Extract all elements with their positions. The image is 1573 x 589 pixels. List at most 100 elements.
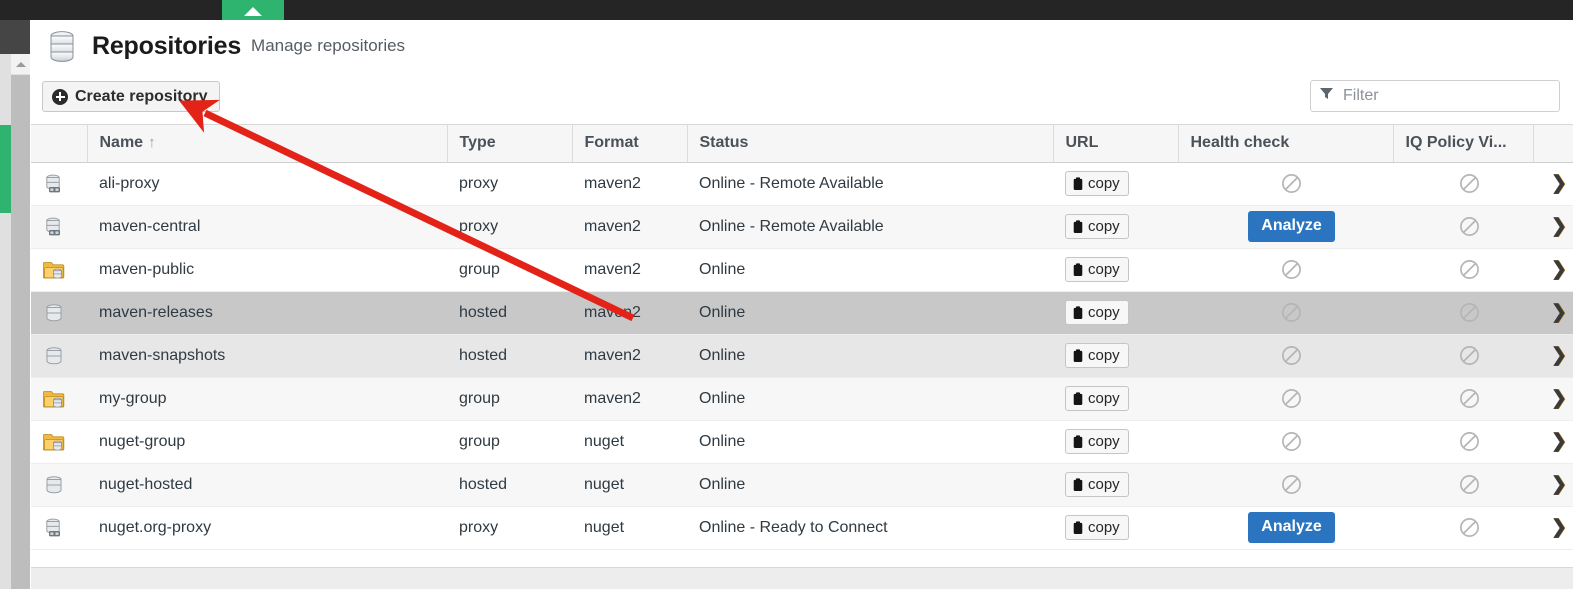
cell-repository-status: Online - Remote Available bbox=[687, 205, 1053, 248]
chevron-right-icon[interactable]: ❯ bbox=[1551, 516, 1567, 539]
table-row[interactable]: maven-releaseshostedmaven2Onlinecopy❯ bbox=[31, 291, 1573, 334]
funnel-icon bbox=[1319, 86, 1334, 106]
cell-iq-policy-violations bbox=[1393, 248, 1533, 291]
copy-url-button[interactable]: copy bbox=[1065, 171, 1129, 196]
cell-repository-status: Online bbox=[687, 463, 1053, 506]
table-row[interactable]: ali-proxyproxymaven2Online - Remote Avai… bbox=[31, 162, 1573, 205]
column-header-format[interactable]: Format bbox=[572, 125, 687, 162]
analyze-button[interactable]: Analyze bbox=[1248, 211, 1334, 242]
copy-url-button[interactable]: copy bbox=[1065, 257, 1129, 282]
no-entry-icon bbox=[1459, 474, 1480, 495]
column-header-health-check[interactable]: Health check bbox=[1178, 125, 1393, 162]
chevron-right-icon[interactable]: ❯ bbox=[1551, 387, 1567, 410]
cell-repository-url: copy bbox=[1053, 205, 1178, 248]
chevron-right-icon[interactable]: ❯ bbox=[1551, 301, 1567, 324]
copy-url-button[interactable]: copy bbox=[1065, 386, 1129, 411]
cell-repository-url: copy bbox=[1053, 420, 1178, 463]
copy-label: copy bbox=[1088, 433, 1120, 450]
copy-url-button[interactable]: copy bbox=[1065, 472, 1129, 497]
column-header-name[interactable]: Name↑ bbox=[87, 125, 447, 162]
analyze-button[interactable]: Analyze bbox=[1248, 512, 1334, 543]
copy-url-button[interactable]: copy bbox=[1065, 343, 1129, 368]
copy-label: copy bbox=[1088, 519, 1120, 536]
clipboard-icon bbox=[1072, 478, 1084, 492]
cell-iq-policy-violations bbox=[1393, 420, 1533, 463]
scrollbar-up-button[interactable] bbox=[11, 54, 30, 74]
page-scrollbar-thumb[interactable] bbox=[11, 75, 30, 589]
column-header-iq-policy-violations[interactable]: IQ Policy Vi... bbox=[1393, 125, 1533, 162]
clipboard-icon bbox=[1072, 392, 1084, 406]
cell-health-check bbox=[1178, 334, 1393, 377]
copy-label: copy bbox=[1088, 304, 1120, 321]
repository-type-icon-cell bbox=[31, 420, 87, 463]
proxy-repo-icon bbox=[43, 216, 65, 238]
table-row[interactable]: maven-publicgroupmaven2Onlinecopy❯ bbox=[31, 248, 1573, 291]
cell-repository-status: Online bbox=[687, 248, 1053, 291]
table-footer bbox=[31, 567, 1573, 589]
cell-health-check bbox=[1178, 248, 1393, 291]
chevron-right-icon[interactable]: ❯ bbox=[1551, 344, 1567, 367]
column-header-status[interactable]: Status bbox=[687, 125, 1053, 162]
table-row[interactable]: my-groupgroupmaven2Onlinecopy❯ bbox=[31, 377, 1573, 420]
cell-health-check: Analyze bbox=[1178, 506, 1393, 549]
column-header-type[interactable]: Type bbox=[447, 125, 572, 162]
sort-ascending-icon: ↑ bbox=[148, 134, 156, 151]
proxy-repo-icon bbox=[43, 173, 65, 195]
cell-repository-format: maven2 bbox=[572, 377, 687, 420]
cell-row-expand: ❯ bbox=[1533, 248, 1573, 291]
copy-url-button[interactable]: copy bbox=[1065, 214, 1129, 239]
cell-repository-format: nuget bbox=[572, 506, 687, 549]
cell-iq-policy-violations bbox=[1393, 463, 1533, 506]
cell-repository-url: copy bbox=[1053, 162, 1178, 205]
chevron-right-icon[interactable]: ❯ bbox=[1551, 430, 1567, 453]
table-row[interactable]: maven-snapshotshostedmaven2Onlinecopy❯ bbox=[31, 334, 1573, 377]
page-header: Repositories Manage repositories bbox=[30, 20, 1573, 72]
copy-label: copy bbox=[1088, 261, 1120, 278]
no-entry-icon bbox=[1459, 259, 1480, 280]
cell-repository-name: maven-snapshots bbox=[87, 334, 447, 377]
clipboard-icon bbox=[1072, 177, 1084, 191]
copy-label: copy bbox=[1088, 175, 1120, 192]
filter-input[interactable] bbox=[1341, 86, 1551, 106]
cell-repository-url: copy bbox=[1053, 463, 1178, 506]
cell-row-expand: ❯ bbox=[1533, 162, 1573, 205]
repository-type-icon-cell bbox=[31, 162, 87, 205]
group-repo-icon bbox=[43, 388, 65, 410]
table-row[interactable]: nuget-groupgroupnugetOnlinecopy❯ bbox=[31, 420, 1573, 463]
chevron-right-icon[interactable]: ❯ bbox=[1551, 172, 1567, 195]
cell-repository-name: maven-central bbox=[87, 205, 447, 248]
repository-type-icon-cell bbox=[31, 291, 87, 334]
cell-repository-type: proxy bbox=[447, 205, 572, 248]
column-header-url[interactable]: URL bbox=[1053, 125, 1178, 162]
cell-repository-status: Online bbox=[687, 420, 1053, 463]
cell-health-check bbox=[1178, 420, 1393, 463]
repository-type-icon-cell bbox=[31, 506, 87, 549]
copy-url-button[interactable]: copy bbox=[1065, 300, 1129, 325]
table-header-row: Name↑ Type Format Status URL Health chec… bbox=[31, 125, 1573, 162]
cell-repository-name: ali-proxy bbox=[87, 162, 447, 205]
cell-repository-type: hosted bbox=[447, 291, 572, 334]
chevron-right-icon[interactable]: ❯ bbox=[1551, 215, 1567, 238]
chevron-right-icon[interactable]: ❯ bbox=[1551, 258, 1567, 281]
copy-url-button[interactable]: copy bbox=[1065, 515, 1129, 540]
cell-row-expand: ❯ bbox=[1533, 463, 1573, 506]
chevron-right-icon[interactable]: ❯ bbox=[1551, 473, 1567, 496]
cell-repository-type: proxy bbox=[447, 506, 572, 549]
copy-url-button[interactable]: copy bbox=[1065, 429, 1129, 454]
active-tab-indicator[interactable] bbox=[222, 0, 284, 20]
filter-box[interactable] bbox=[1310, 80, 1560, 112]
table-row[interactable]: maven-centralproxymaven2Online - Remote … bbox=[31, 205, 1573, 248]
browser-top-bar bbox=[0, 0, 1573, 20]
table-row[interactable]: nuget-hostedhostednugetOnlinecopy❯ bbox=[31, 463, 1573, 506]
cell-repository-name: maven-releases bbox=[87, 291, 447, 334]
cell-repository-format: maven2 bbox=[572, 205, 687, 248]
no-entry-icon bbox=[1459, 216, 1480, 237]
repository-type-icon-cell bbox=[31, 248, 87, 291]
repository-type-icon-cell bbox=[31, 463, 87, 506]
cell-repository-url: copy bbox=[1053, 506, 1178, 549]
caret-up-icon bbox=[244, 7, 262, 16]
create-repository-button[interactable]: Create repository bbox=[42, 81, 220, 112]
cell-row-expand: ❯ bbox=[1533, 205, 1573, 248]
copy-label: copy bbox=[1088, 347, 1120, 364]
table-row[interactable]: nuget.org-proxyproxynugetOnline - Ready … bbox=[31, 506, 1573, 549]
